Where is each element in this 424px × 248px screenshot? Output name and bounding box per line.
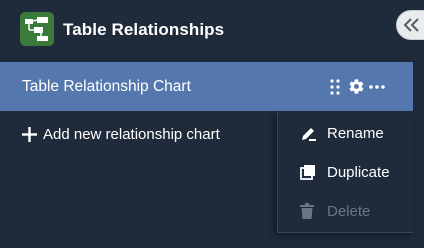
menu-item-label: Duplicate [327,164,390,181]
chart-list-item-selected[interactable]: Table Relationship Chart [0,62,413,111]
menu-item-rename[interactable]: Rename [278,115,414,151]
collapse-panel-button[interactable] [396,10,424,40]
context-menu: Rename Duplicate Delete [277,112,413,233]
gear-icon[interactable] [348,78,365,95]
drag-handle-icon[interactable] [330,79,340,95]
pen-icon [302,128,316,141]
menu-item-delete: Delete [278,193,414,229]
plus-icon [22,127,37,142]
add-chart-label: Add new relationship chart [43,126,220,143]
double-chevron-left-icon [403,18,419,32]
more-options-icon[interactable] [369,85,385,89]
menu-item-label: Delete [327,203,371,220]
relationship-diagram-icon [20,12,54,46]
add-relationship-chart-button[interactable]: Add new relationship chart [22,124,242,146]
menu-item-duplicate[interactable]: Duplicate [278,154,414,190]
page-title: Table Relationships [63,20,225,39]
relationships-panel: Table Relationships Table Relationship C… [0,0,424,248]
trash-icon [300,203,314,219]
panel-header: Table Relationships [0,0,424,62]
menu-item-label: Rename [327,125,384,142]
copy-icon [300,165,315,180]
chart-item-label: Table Relationship Chart [22,78,191,95]
